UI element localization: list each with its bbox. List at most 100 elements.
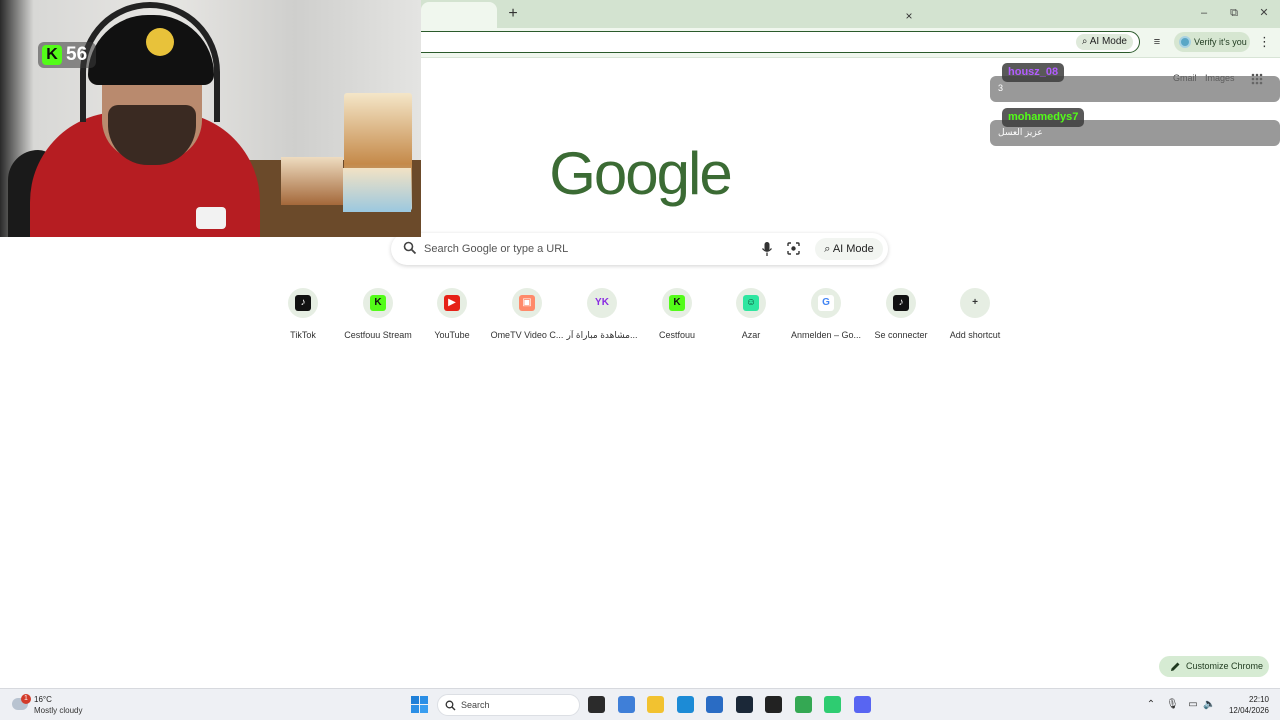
tab-close-icon[interactable]: × [901,8,917,24]
close-window-button[interactable]: ✕ [1254,5,1274,21]
google-logo: Google [549,140,732,207]
tiktok-icon: ♪ [893,295,909,311]
tab-search-icon[interactable]: ≡ [1150,35,1164,49]
taskbar-search-label: Search [461,700,490,710]
weather-widget[interactable]: 1 16°C Mostly cloudy [12,694,112,718]
media-player-icon[interactable] [765,696,782,713]
omnibox-ai-mode-label: AI Mode [1089,36,1127,47]
new-tab-button[interactable]: + [505,5,521,23]
shortcut-icon-circle: ▶ [437,288,467,318]
windows-start-icon[interactable] [411,696,428,713]
chevron-up-icon[interactable]: ⌃ [1145,699,1157,711]
ai-mode-button[interactable]: ⌕ AI Mode [815,238,883,260]
weather-condition: Mostly cloudy [34,706,83,715]
shortcut-tile[interactable]: + Add shortcut [938,287,1012,343]
microphone-icon[interactable] [761,241,773,257]
shortcut-icon-circle: K [363,288,393,318]
shortcut-tile[interactable]: K Cestfouu Stream [341,287,415,343]
weather-alert-badge: 1 [21,694,31,704]
shortcut-label: Cestfouu Stream [344,330,412,340]
shortcut-tile[interactable]: ☺ Azar [714,287,788,343]
google-icon: G [818,295,834,311]
webcam-product-box [343,168,411,212]
shortcut-tile[interactable]: ♪ Se connecter [864,287,938,343]
ometv-icon: ▣ [519,295,535,311]
microphone-icon[interactable]: 🎙 [1166,699,1179,711]
weather-temperature: 16°C [34,695,52,704]
shortcut-icon-circle: K [662,288,692,318]
omnibox-ai-mode-button[interactable]: ⌕ AI Mode [1075,34,1133,50]
system-clock[interactable]: 22:10 12/04/2026 [1225,694,1269,716]
search-input[interactable] [424,240,744,258]
shortcut-tile[interactable]: G Anmelden – Go... [789,287,863,343]
yk-icon: YK [594,295,610,311]
shortcut-tile[interactable]: ▣ OmeTV Video C... [490,287,564,343]
shortcut-label: Cestfouu [658,330,696,340]
shortcut-label: Azar [741,330,761,340]
steam-icon[interactable] [736,696,753,713]
shortcut-label: YouTube [434,330,470,340]
edge-icon[interactable] [677,696,694,713]
verify-profile-button[interactable]: Verify it's you [1174,32,1250,52]
shortcut-tile[interactable]: K Cestfouu [640,287,714,343]
shortcut-tile[interactable]: YK مشاهدة مباراة آر... [565,287,639,343]
tiktok-icon: ♪ [295,295,311,311]
profile-avatar-icon [1179,36,1191,48]
shortcut-label: مشاهدة مباراة آر... [566,330,638,340]
viewer-count: 56 [66,44,88,65]
shortcut-label: Add shortcut [949,330,1001,340]
headset-icon [80,2,220,122]
webcam-overlay: K 56 [0,0,421,237]
kick-icon: K [669,295,685,311]
shortcut-label: OmeTV Video C... [490,330,564,340]
verify-label: Verify it's you [1194,37,1247,47]
network-icon[interactable]: ▭ [1187,699,1199,711]
chat-username: housz_08 [1002,63,1065,82]
chat-message-text: 3 [998,83,1004,93]
youtube-icon: ▶ [444,295,460,311]
shortcut-label: Se connecter [874,330,928,340]
minimize-button[interactable]: – [1194,5,1214,21]
plus-icon: + [967,295,983,311]
clock-time: 22:10 [1248,695,1269,704]
ai-mode-label: AI Mode [832,243,874,255]
kick-icon: K [370,295,386,311]
ai-mode-icon: ⌕ [1081,36,1090,47]
clock-date: 12/04/2026 [1228,706,1269,715]
restore-button[interactable]: ⧉ [1224,5,1244,21]
windows-taskbar: 1 16°C Mostly cloudy Search ⌃ 🎙 ▭ 🔈 22:1… [0,688,1280,720]
chrome-icon[interactable] [795,696,812,713]
pencil-icon [1171,662,1180,671]
photos-icon[interactable] [618,696,635,713]
file-explorer-icon[interactable] [647,696,664,713]
chat-username: mohamedys7 [1002,108,1085,127]
shortcut-grid: ♪ TikTok K Cestfouu Stream ▶ YouTube ▣ OmeTV Vi… [266,287,1014,347]
customize-chrome-label: Customize Chrome [1186,661,1264,671]
shortcut-icon-circle: ♪ [288,288,318,318]
shortcut-label: TikTok [290,330,316,340]
taskbar-search[interactable]: Search [437,694,580,716]
shortcut-icon-circle: ▣ [512,288,542,318]
jacket-logo-icon [196,207,226,229]
task-view-icon[interactable] [588,696,605,713]
customize-chrome-button[interactable]: Customize Chrome [1159,656,1269,677]
active-tab[interactable]: × [421,2,913,28]
discord-icon[interactable] [854,696,871,713]
shortcut-icon-circle: YK [587,288,617,318]
chat-message-text: عزيز العسل [998,127,1043,137]
android-icon[interactable] [824,696,841,713]
store-icon[interactable] [706,696,723,713]
address-bar[interactable]: ⌕ AI Mode [405,31,1140,53]
shortcut-tile[interactable]: ▶ YouTube [415,287,489,343]
ai-mode-icon: ⌕ [824,243,833,255]
azar-icon: ☺ [743,295,759,311]
kick-icon: K [42,45,62,65]
chrome-menu-icon[interactable]: ⋮ [1258,34,1271,50]
shortcut-icon-circle: ☺ [736,288,766,318]
google-lens-icon[interactable] [787,242,800,255]
ntp-search-box[interactable]: ⌕ AI Mode [391,233,888,265]
viewer-count-badge: K 56 [38,42,96,68]
shortcut-icon-circle: ♪ [886,288,916,318]
volume-icon[interactable]: 🔈 [1203,699,1215,711]
shortcut-tile[interactable]: ♪ TikTok [266,287,340,343]
